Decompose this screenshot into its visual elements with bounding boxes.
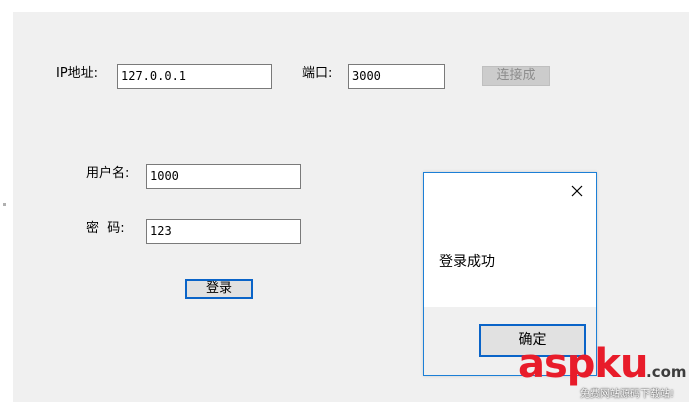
close-icon[interactable] — [570, 183, 584, 197]
password-input[interactable]: 123 — [146, 219, 301, 244]
app-window: IP地址: 127.0.0.1 端口: 3000 连接成 用户名: 1000 密… — [0, 0, 689, 402]
close-icon-glyph — [571, 185, 583, 197]
ip-input[interactable]: 127.0.0.1 — [117, 64, 272, 89]
watermark-tld: .com — [646, 363, 687, 381]
watermark-brand: aspku — [518, 341, 649, 387]
connect-button[interactable]: 连接成 — [482, 66, 550, 86]
watermark-logo: aspku .com 免费网站源码下载站! — [518, 341, 689, 402]
watermark-tagline: 免费网站源码下载站! — [580, 389, 675, 400]
username-input[interactable]: 1000 — [146, 164, 301, 189]
username-label: 用户名: — [86, 166, 130, 181]
login-button[interactable]: 登录 — [185, 279, 253, 299]
port-input[interactable]: 3000 — [348, 64, 445, 89]
dialog-message: 登录成功 — [439, 254, 495, 270]
resize-grip-dot — [3, 203, 6, 206]
port-label: 端口: — [302, 66, 333, 81]
ip-label: IP地址: — [56, 66, 99, 81]
password-label: 密 码: — [86, 221, 125, 236]
